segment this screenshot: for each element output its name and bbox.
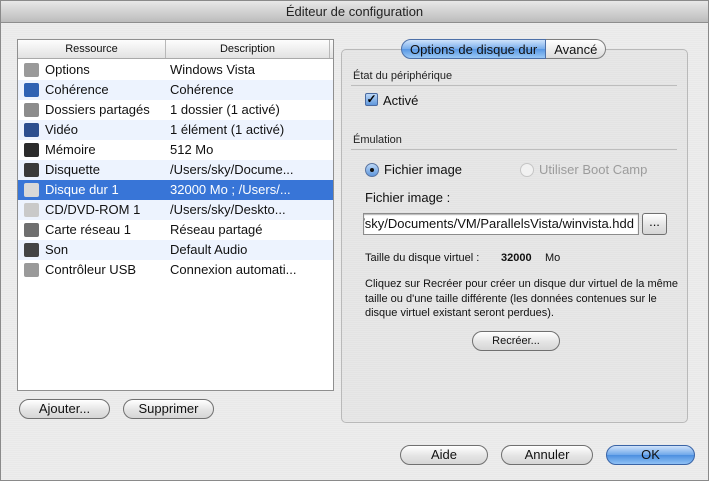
resource-description: Connexion automati... xyxy=(170,262,297,277)
image-file-radio-label: Fichier image xyxy=(384,162,463,177)
resource-name: CD/DVD-ROM 1 xyxy=(45,202,141,217)
image-file-label: Fichier image : xyxy=(365,190,451,205)
monitor-icon xyxy=(24,123,39,137)
resource-name: Disquette xyxy=(45,162,100,177)
divider xyxy=(351,149,677,150)
resource-row[interactable]: CD/DVD-ROM 1/Users/sky/Deskto... xyxy=(18,200,333,220)
tab-advanced[interactable]: Avancé xyxy=(546,39,607,59)
device-state-section-label: État du périphérique xyxy=(353,70,453,82)
cd-icon xyxy=(24,203,39,217)
help-button[interactable]: Aide xyxy=(400,445,488,465)
resource-description: Réseau partagé xyxy=(170,222,263,237)
resource-list-header: Ressource Description xyxy=(18,40,333,59)
hard-disk-icon xyxy=(24,183,39,197)
enabled-label: Activé xyxy=(383,93,419,108)
gear-icon xyxy=(24,63,39,77)
resource-row[interactable]: Carte réseau 1 Réseau partagé xyxy=(18,220,333,240)
recreate-button[interactable]: Recréer... xyxy=(472,331,560,351)
remove-resource-button[interactable]: Supprimer xyxy=(123,399,214,419)
memory-chip-icon xyxy=(24,143,39,157)
resource-row[interactable]: Son Default Audio xyxy=(18,240,333,260)
virtual-size-unit: Mo xyxy=(545,252,561,264)
floppy-icon xyxy=(24,163,39,177)
config-editor-window: Éditeur de configuration Ressource Descr… xyxy=(0,0,709,481)
resource-name: Contrôleur USB xyxy=(45,262,137,277)
shared-folder-icon xyxy=(24,103,39,117)
cancel-button[interactable]: Annuler xyxy=(501,445,593,465)
browse-button[interactable]: ... xyxy=(642,213,667,235)
image-path-value: /Users/sky/Documents/VM/ParallelsVista/w… xyxy=(363,216,634,231)
resource-name: Carte réseau 1 xyxy=(45,222,131,237)
divider xyxy=(351,85,677,86)
tab-bar: Options de disque dur Avancé xyxy=(401,39,607,59)
resource-row[interactable]: Vidéo 1 élément (1 activé) xyxy=(18,120,333,140)
window-title: Éditeur de configuration xyxy=(1,1,708,23)
resource-row[interactable]: Disque dur 1 32000 Mo ; /Users/... xyxy=(18,180,333,200)
speaker-icon xyxy=(24,243,39,257)
recreate-info-text: Cliquez sur Recréer pour créer un disque… xyxy=(365,278,679,319)
resource-name: Son xyxy=(45,242,69,257)
image-path-field[interactable]: /Users/sky/Documents/VM/ParallelsVista/w… xyxy=(363,213,639,235)
resource-description: Cohérence xyxy=(170,82,234,97)
resource-description: 1 dossier (1 activé) xyxy=(170,102,280,117)
resource-name: Vidéo xyxy=(45,122,79,137)
virtual-size-value: 32000 xyxy=(501,252,532,264)
resource-row[interactable]: Cohérence Cohérence xyxy=(18,80,333,100)
usb-icon xyxy=(24,263,39,277)
resource-description: /Users/sky/Docume... xyxy=(170,162,294,177)
resource-row[interactable]: Contrôleur USB Connexion automati... xyxy=(18,260,333,280)
resource-description: 512 Mo xyxy=(170,142,214,157)
resource-name: Options xyxy=(45,62,90,77)
network-card-icon xyxy=(24,223,39,237)
boot-camp-radio-label: Utiliser Boot Camp xyxy=(539,162,648,177)
resource-description: Windows Vista xyxy=(170,62,256,77)
virtual-size-label: Taille du disque virtuel : xyxy=(365,252,480,264)
resource-name: Disque dur 1 xyxy=(45,182,119,197)
tab-hard-disk-options[interactable]: Options de disque dur xyxy=(401,39,547,59)
column-header-resource[interactable]: Ressource xyxy=(18,40,166,58)
resource-description: 32000 Mo ; /Users/... xyxy=(170,182,291,197)
resource-row[interactable]: Options Windows Vista xyxy=(18,60,333,80)
resource-row[interactable]: Disquette/Users/sky/Docume... xyxy=(18,160,333,180)
coherence-icon xyxy=(24,83,39,97)
image-file-radio[interactable] xyxy=(365,163,379,177)
resource-description: 1 élément (1 activé) xyxy=(170,122,285,137)
emulation-section-label: Émulation xyxy=(353,134,402,146)
resource-row[interactable]: Mémoire 512 Mo xyxy=(18,140,333,160)
resource-row[interactable]: Dossiers partagés 1 dossier (1 activé) xyxy=(18,100,333,120)
column-header-description[interactable]: Description xyxy=(166,40,330,58)
resource-list[interactable]: Ressource Description Options Windows Vis… xyxy=(17,39,334,391)
resource-name: Cohérence xyxy=(45,82,109,97)
enabled-checkbox[interactable]: ✓ xyxy=(365,93,378,106)
resource-name: Dossiers partagés xyxy=(45,102,150,117)
resource-name: Mémoire xyxy=(45,142,96,157)
resource-description: Default Audio xyxy=(170,242,248,257)
ok-button[interactable]: OK xyxy=(606,445,695,465)
resource-description: /Users/sky/Deskto... xyxy=(170,202,286,217)
boot-camp-radio[interactable] xyxy=(520,163,534,177)
add-resource-button[interactable]: Ajouter... xyxy=(19,399,110,419)
